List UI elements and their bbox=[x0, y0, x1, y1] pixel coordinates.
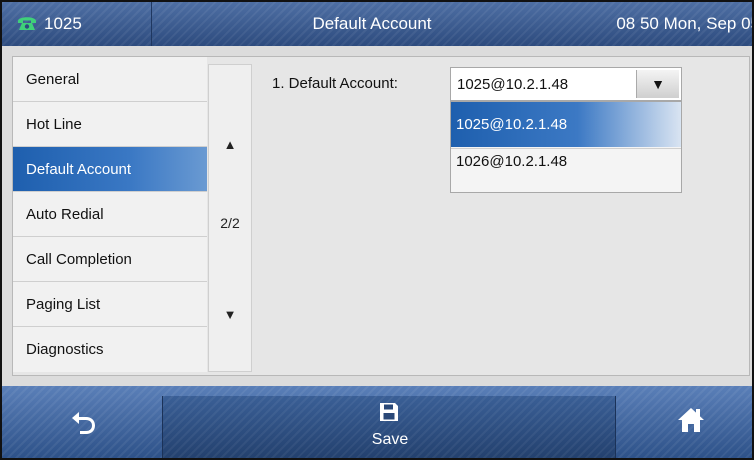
scroll-down-icon[interactable]: ▼ bbox=[209, 307, 251, 322]
menu-item-paging-list[interactable]: Paging List bbox=[13, 282, 207, 327]
menu-item-call-completion[interactable]: Call Completion bbox=[13, 237, 207, 282]
chevron-down-icon[interactable]: ▼ bbox=[636, 70, 679, 98]
scroll-up-icon[interactable]: ▲ bbox=[209, 137, 251, 152]
status-bar: 1025 Default Account 08 50 Mon, Sep 05 bbox=[2, 2, 754, 46]
menu-item-label: Call Completion bbox=[26, 251, 132, 268]
page-title: Default Account bbox=[312, 14, 432, 33]
account-number: 1025 bbox=[44, 14, 82, 33]
menu-item-label: Hot Line bbox=[26, 116, 82, 133]
phone-icon bbox=[18, 17, 36, 30]
save-button[interactable]: Save bbox=[162, 396, 616, 458]
softkey-bar: Save bbox=[2, 386, 752, 458]
menu-item-label: General bbox=[26, 71, 80, 88]
default-account-value: 1025@10.2.1.48 bbox=[457, 76, 569, 93]
menu-item-label: Default Account bbox=[26, 161, 132, 178]
floppy-disk-icon bbox=[380, 403, 398, 421]
menu-item-label: Paging List bbox=[26, 296, 101, 313]
phone-screen: 1025 Default Account 08 50 Mon, Sep 05 G… bbox=[0, 0, 754, 460]
default-account-label: 1. Default Account: bbox=[272, 75, 398, 92]
back-button[interactable] bbox=[2, 386, 162, 458]
menu-item-label: Diagnostics bbox=[26, 341, 104, 358]
menu-scrollbar[interactable]: ▲ 2/2 ▼ bbox=[208, 64, 252, 372]
default-account-dropdown: 1025@10.2.1.48 1026@10.2.1.48 bbox=[450, 101, 682, 193]
page-indicator: 2/2 bbox=[220, 215, 240, 231]
dropdown-option-1026[interactable]: 1026@10.2.1.48 bbox=[451, 148, 681, 193]
settings-content: 1. Default Account: 1025@10.2.1.48 ▼ 102… bbox=[257, 57, 749, 375]
menu-item-hot-line[interactable]: Hot Line bbox=[13, 102, 207, 147]
save-label: Save bbox=[371, 431, 409, 448]
home-button[interactable] bbox=[616, 386, 752, 458]
menu-item-label: Auto Redial bbox=[26, 206, 104, 223]
back-arrow-icon bbox=[72, 412, 95, 434]
menu-item-general[interactable]: General bbox=[13, 57, 207, 102]
settings-menu: General Hot Line Default Account Auto Re… bbox=[13, 57, 207, 375]
account-indicator[interactable]: 1025 bbox=[2, 2, 152, 46]
menu-item-default-account[interactable]: Default Account bbox=[13, 147, 207, 192]
menu-item-diagnostics[interactable]: Diagnostics bbox=[13, 327, 207, 372]
dropdown-option-1025[interactable]: 1025@10.2.1.48 bbox=[451, 102, 681, 147]
menu-item-auto-redial[interactable]: Auto Redial bbox=[13, 192, 207, 237]
settings-panel: General Hot Line Default Account Auto Re… bbox=[12, 56, 750, 376]
datetime: 08 50 Mon, Sep 05 bbox=[616, 14, 754, 33]
default-account-select[interactable]: 1025@10.2.1.48 ▼ bbox=[450, 67, 682, 101]
home-icon bbox=[678, 408, 704, 432]
